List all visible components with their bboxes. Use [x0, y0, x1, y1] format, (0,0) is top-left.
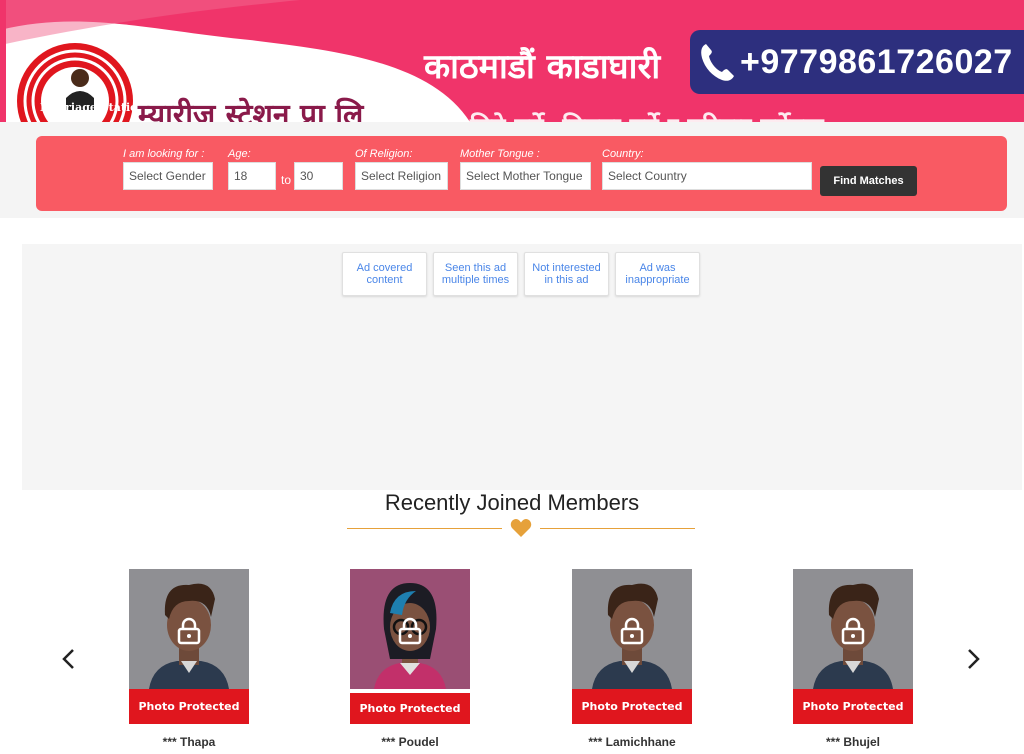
member-photo	[572, 569, 692, 689]
country-field: Country: Select Country	[602, 146, 812, 190]
ad-feedback-button[interactable]: Not interested in this ad	[524, 252, 609, 296]
religion-label: Of Religion:	[355, 148, 413, 160]
phone-number: +9779861726027	[740, 42, 1013, 81]
tongue-label: Mother Tongue :	[460, 148, 540, 160]
age-from-input[interactable]: 18	[228, 162, 276, 190]
chevron-right-icon[interactable]	[964, 648, 982, 670]
age-label: Age:	[228, 148, 251, 160]
banner-tagline: बिहे गर्ने, मित्रता गर्ने र परिवार गर्ने…	[470, 108, 824, 122]
member-photo	[129, 569, 249, 689]
ad-feedback-button[interactable]: Ad was inappropriate	[615, 252, 700, 296]
page: Marriage Station PVT LTD काठमाडौं काडाघा…	[0, 0, 1024, 754]
country-label: Country:	[602, 148, 644, 160]
section-title: Recently Joined Members	[384, 490, 640, 515]
title-divider-left	[347, 528, 502, 529]
company-name: म्यारीज स्टेशन प्रा लि	[138, 98, 364, 122]
member-card[interactable]: Photo Protected *** Poudel	[350, 569, 472, 749]
member-card[interactable]: Photo Protected *** Bhujel	[793, 569, 915, 749]
age-to-input[interactable]: 30	[294, 162, 343, 190]
member-name: *** Lamichhane	[588, 735, 676, 749]
gender-select[interactable]: Select Gender	[123, 162, 213, 190]
tongue-field: Mother Tongue : Select Mother Tongue	[460, 146, 591, 190]
gender-label: I am looking for :	[123, 148, 205, 160]
find-matches-button[interactable]: Find Matches	[820, 166, 917, 196]
title-divider-right	[540, 528, 695, 529]
logo[interactable]: Marriage Station PVT LTD	[14, 40, 145, 122]
member-card[interactable]: Photo Protected *** Thapa	[129, 569, 251, 749]
gender-field: I am looking for : Select Gender	[123, 146, 213, 190]
age-to-label: to	[281, 173, 292, 187]
photo-protected-label: Photo Protected	[129, 689, 249, 724]
photo-protected-label: Photo Protected	[350, 689, 470, 724]
lock-icon	[841, 617, 865, 645]
member-photo	[350, 569, 470, 689]
religion-field: Of Religion: Select Religion	[355, 146, 448, 190]
lock-icon	[398, 617, 422, 645]
ad-feedback-button[interactable]: Ad covered content	[342, 252, 427, 296]
member-name: *** Poudel	[381, 735, 439, 749]
ad-feedback-button[interactable]: Seen this ad multiple times	[433, 252, 518, 296]
logo-text: Marriage Station	[40, 101, 146, 114]
age-from-field: Age: 18	[228, 146, 276, 190]
search-panel: I am looking for : Select Gender Age: 18…	[36, 136, 1007, 211]
member-photo	[793, 569, 913, 689]
age-to-field: 30	[294, 162, 343, 190]
tongue-select[interactable]: Select Mother Tongue	[460, 162, 591, 190]
banner-headline: काठमाडौं काडाघारी	[424, 47, 661, 87]
search-section: I am looking for : Select Gender Age: 18…	[0, 122, 1024, 218]
chevron-left-icon[interactable]	[60, 648, 78, 670]
photo-protected-label: Photo Protected	[793, 689, 913, 724]
heart-icon	[510, 519, 532, 537]
lock-icon	[177, 617, 201, 645]
member-name: *** Thapa	[162, 735, 216, 749]
phone-badge[interactable]: +9779861726027	[690, 30, 1024, 94]
member-name: *** Bhujel	[825, 735, 880, 749]
lock-icon	[620, 617, 644, 645]
logo-subtext: PVT LTD	[60, 115, 85, 121]
member-card[interactable]: Photo Protected *** Lamichhane	[572, 569, 694, 749]
ad-container: Ad covered content Seen this ad multiple…	[22, 244, 1022, 490]
header-banner: Marriage Station PVT LTD काठमाडौं काडाघा…	[0, 0, 1024, 122]
photo-protected-label: Photo Protected	[572, 689, 692, 724]
religion-select[interactable]: Select Religion	[355, 162, 448, 190]
phone-icon	[701, 44, 734, 81]
country-select[interactable]: Select Country	[602, 162, 812, 190]
